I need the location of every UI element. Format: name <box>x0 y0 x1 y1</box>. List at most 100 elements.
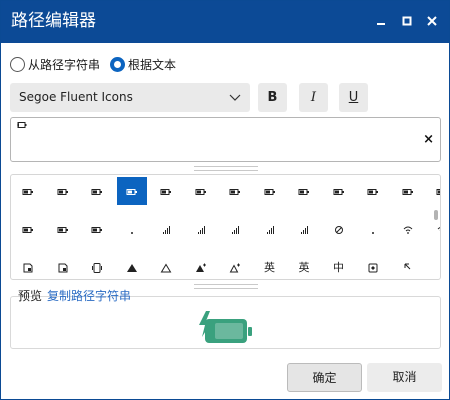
radio-dot[interactable] <box>110 57 125 72</box>
battery-charging-icon <box>199 311 252 343</box>
glyph-cell[interactable] <box>186 215 216 243</box>
minimize-icon[interactable] <box>373 13 389 29</box>
splitter-handle[interactable] <box>194 284 258 289</box>
title-bar[interactable]: 路径编辑器 <box>1 1 449 43</box>
window-title: 路径编辑器 <box>11 11 96 31</box>
signal-bars-icon <box>301 226 308 234</box>
glyph-cell[interactable] <box>358 215 388 243</box>
glyph-cell[interactable] <box>393 215 423 243</box>
storage-link-icon <box>58 263 67 273</box>
scrollbar-thumb[interactable] <box>434 210 438 220</box>
glyph-cell[interactable] <box>255 215 285 243</box>
glyph-cell[interactable] <box>358 253 388 279</box>
dot-icon <box>130 232 133 234</box>
glyph-cell[interactable] <box>393 177 423 205</box>
glyph-cell[interactable] <box>186 253 216 279</box>
glyph-cell[interactable] <box>289 215 319 243</box>
glyph-text: 中 <box>333 261 344 274</box>
font-select-value: Segoe Fluent Icons <box>19 90 133 104</box>
glyph-cell[interactable] <box>220 215 250 243</box>
text-input[interactable]: × <box>10 117 441 162</box>
battery-icon <box>22 189 33 195</box>
splitter-handle[interactable] <box>194 166 258 171</box>
battery-icon <box>22 227 33 233</box>
glyph-text: 英 <box>264 261 275 274</box>
bold-button[interactable]: B <box>258 83 287 112</box>
glyph-cell[interactable] <box>82 177 112 205</box>
italic-button[interactable]: I <box>299 83 328 112</box>
glyph-cell[interactable] <box>427 177 440 205</box>
cursor-icon <box>404 263 410 270</box>
close-icon[interactable] <box>424 13 440 29</box>
glyph-cell[interactable] <box>82 253 112 279</box>
battery-icon <box>436 189 440 195</box>
battery-charging-icon <box>17 122 27 128</box>
glyph-cell[interactable] <box>220 253 250 279</box>
chevron-down-icon <box>229 94 241 101</box>
triangle-filled-icon <box>126 264 137 272</box>
glyph-cell[interactable] <box>13 215 43 243</box>
glyph-cell[interactable] <box>358 177 388 205</box>
glyph-cell[interactable]: 英 <box>289 253 319 279</box>
blocked-icon <box>334 226 343 234</box>
underline-button[interactable]: U <box>339 83 368 112</box>
glyph-cell[interactable] <box>48 253 78 279</box>
path-editor-window: 路径编辑器 从路径字符串 根据文本 Segoe Fluent Icons B I… <box>0 0 450 400</box>
maximize-icon[interactable] <box>399 13 415 29</box>
battery-icon <box>402 189 413 195</box>
battery-icon <box>126 189 137 195</box>
glyph-cell[interactable] <box>82 215 112 243</box>
battery-icon <box>91 189 102 195</box>
radio-label: 从路径字符串 <box>28 58 101 72</box>
preview-label: 预览 <box>18 289 43 303</box>
wifi-icon <box>403 226 412 234</box>
dot-icon <box>372 232 374 234</box>
radio-label: 根据文本 <box>128 58 177 72</box>
battery-icon <box>298 189 309 195</box>
triangle-plus-icon <box>195 263 206 272</box>
battery-icon <box>91 227 102 233</box>
glyph-cell[interactable] <box>48 177 78 205</box>
glyph-cell[interactable] <box>324 215 354 243</box>
glyph-cell[interactable] <box>117 253 147 279</box>
glyph-cell[interactable] <box>393 253 423 279</box>
battery-icon <box>333 189 344 195</box>
battery-icon <box>229 189 240 195</box>
glyph-cell[interactable] <box>324 177 354 205</box>
glyph-cell[interactable] <box>13 253 43 279</box>
glyph-cell[interactable] <box>289 177 319 205</box>
wifi-icon <box>437 226 440 231</box>
signal-bars-icon <box>163 226 170 234</box>
triangle-outline-icon <box>160 263 172 273</box>
cancel-button[interactable]: 取消 <box>367 363 442 392</box>
glyph-cell[interactable] <box>220 177 250 205</box>
glyph-cell[interactable] <box>151 253 181 279</box>
glyph-grid: 英英中 <box>10 174 441 280</box>
glyph-cell[interactable] <box>116 177 147 205</box>
copy-path-string-link[interactable]: 复制路径字符串 <box>47 289 131 303</box>
glyph-cell[interactable] <box>117 215 147 243</box>
glyph-cell[interactable] <box>151 215 181 243</box>
signal-bars-icon <box>266 226 274 234</box>
battery-icon <box>57 189 68 195</box>
glyph-cell[interactable]: 中 <box>324 253 354 279</box>
glyph-cell[interactable]: 英 <box>255 253 285 279</box>
glyph-cell[interactable] <box>48 215 78 243</box>
clear-input-icon[interactable]: × <box>423 132 434 147</box>
battery-icon <box>57 227 68 233</box>
ok-button[interactable]: 确定 <box>287 363 362 392</box>
glyph-cell[interactable] <box>255 177 285 205</box>
glyph-cell[interactable] <box>186 177 216 205</box>
signal-bars-icon <box>232 226 239 234</box>
storage-lock-icon <box>23 263 33 273</box>
battery-icon <box>367 189 378 195</box>
battery-icon <box>195 189 206 195</box>
phone-icon <box>92 263 102 273</box>
triangle-plus-outline-icon <box>229 263 240 273</box>
glyph-text: 英 <box>298 261 310 274</box>
glyph-cell[interactable] <box>13 177 43 205</box>
font-select[interactable]: Segoe Fluent Icons <box>10 83 250 112</box>
glyph-cell[interactable] <box>151 177 181 205</box>
radio-dot[interactable] <box>10 57 25 72</box>
signal-bars-icon <box>197 226 205 234</box>
